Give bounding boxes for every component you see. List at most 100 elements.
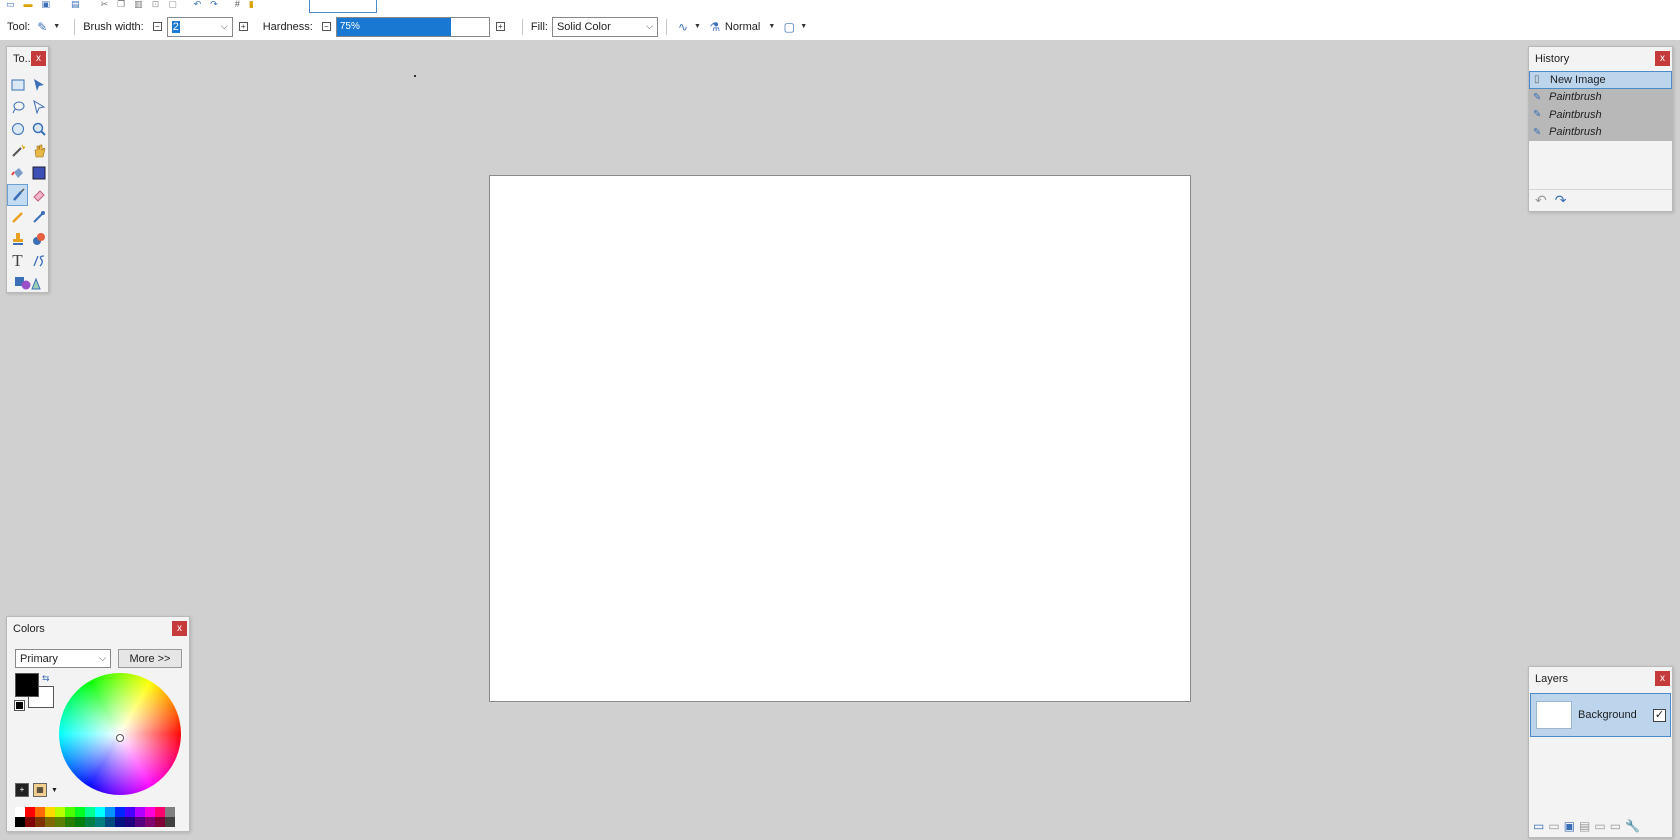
color-mode-dropdown[interactable]: Primary ⌵ [15,649,111,668]
palette-swatch[interactable] [85,807,95,817]
magic-wand-icon[interactable] [7,140,28,162]
history-item[interactable]: ✎ Paintbrush [1529,88,1672,106]
move-selected-icon[interactable] [28,74,49,96]
alpha-blending-icon[interactable]: ▢ [781,19,797,35]
palette-swatch[interactable] [155,807,165,817]
palette-swatch[interactable] [155,817,165,827]
blend-mode-caret-icon[interactable]: ▼ [768,23,775,30]
delete-layer-icon[interactable]: ▭ [1548,819,1559,833]
palette-swatch[interactable] [105,807,115,817]
redo-icon[interactable]: ↷ [210,0,218,9]
palette-swatch[interactable] [75,807,85,817]
chevron-down-icon[interactable]: ⌵ [99,653,106,664]
brush-width-increase-button[interactable]: + [238,22,248,31]
undo-icon[interactable]: ↶ [1535,192,1547,209]
layer-properties-icon[interactable]: 🔧 [1625,819,1640,833]
palette-swatch[interactable] [115,807,125,817]
save-icon[interactable]: ▣ [42,0,51,9]
palette-swatch[interactable] [95,807,105,817]
gradient-icon[interactable] [28,162,49,184]
clone-stamp-icon[interactable] [7,228,28,250]
undo-icon[interactable]: ↶ [194,0,202,9]
add-layer-icon[interactable]: ▭ [1533,819,1544,833]
paintbrush-icon[interactable]: ✎ [34,19,50,35]
palette-swatch[interactable] [65,817,75,827]
palette-swatch[interactable] [165,817,175,827]
palette-swatch[interactable] [45,817,55,827]
palette-swatch[interactable] [35,817,45,827]
alpha-blending-caret-icon[interactable]: ▼ [800,23,807,30]
ellipse-select-icon[interactable] [7,118,28,140]
cut-icon[interactable]: ✂ [101,0,109,9]
duplicate-layer-icon[interactable]: ▣ [1564,819,1575,833]
rectangle-select-icon[interactable] [7,74,28,96]
layer-item[interactable]: Background ✓ [1530,693,1671,737]
palette-swatch[interactable] [115,817,125,827]
lasso-select-icon[interactable] [7,96,28,118]
palette-options-icon[interactable]: ▦ [33,783,47,797]
palette-swatch[interactable] [165,807,175,817]
new-icon[interactable]: ▭ [6,0,15,9]
paste-icon[interactable]: ▥ [134,0,143,9]
tool-dropdown-caret-icon[interactable]: ▼ [53,23,60,30]
deselect-icon[interactable]: ▢ [168,0,177,9]
crop-icon[interactable]: ⊡ [152,0,160,9]
history-item[interactable]: ✎ Paintbrush [1529,106,1672,124]
palette-swatch[interactable] [15,807,25,817]
image-canvas[interactable] [489,175,1191,702]
palette-swatch[interactable] [15,817,25,827]
palette-swatch[interactable] [55,817,65,827]
paint-bucket-icon[interactable] [7,162,28,184]
close-icon[interactable]: x [1655,671,1670,686]
pencil-icon[interactable] [7,206,28,228]
primary-color-swatch[interactable] [15,673,39,697]
fill-dropdown[interactable]: Solid Color ⌵ [551,16,658,37]
palette-swatch[interactable] [135,817,145,827]
swap-colors-icon[interactable]: ⇆ [42,673,50,684]
history-item[interactable]: ✎ Paintbrush [1529,123,1672,141]
hardness-increase-button[interactable]: + [495,22,505,31]
line-curve-icon[interactable] [28,250,49,272]
paintbrush-icon[interactable] [7,184,28,206]
merge-layer-icon[interactable]: ▤ [1579,819,1590,833]
grid-icon[interactable]: # [235,0,240,9]
palette-swatch[interactable] [75,817,85,827]
color-wheel-cursor[interactable] [116,734,124,742]
move-layer-up-icon[interactable]: ▭ [1594,819,1605,833]
shapes-icon[interactable] [7,272,49,294]
image-tab-thumbnail[interactable] [309,0,377,13]
antialiasing-icon[interactable]: ∿ [675,19,691,35]
chevron-down-icon[interactable]: ⌵ [646,21,653,32]
add-to-palette-icon[interactable]: + [15,783,29,797]
close-icon[interactable]: x [1655,51,1670,66]
open-icon[interactable]: ▬ [24,0,33,9]
palette-swatch[interactable] [145,817,155,827]
palette-swatch[interactable] [35,807,45,817]
more-colors-button[interactable]: More >> [118,649,182,668]
layer-visibility-checkbox[interactable]: ✓ [1653,708,1666,722]
move-layer-down-icon[interactable]: ▭ [1610,819,1621,833]
close-icon[interactable]: x [31,51,46,66]
palette-swatch[interactable] [25,807,35,817]
chevron-down-icon[interactable]: ⌵ [221,21,228,32]
print-icon[interactable]: ▤ [71,0,80,9]
brush-width-decrease-button[interactable]: − [152,22,162,31]
palette-swatch[interactable] [95,817,105,827]
palette-menu-caret-icon[interactable]: ▼ [51,787,58,794]
pan-icon[interactable] [28,140,49,162]
palette-swatch[interactable] [55,807,65,817]
hardness-decrease-button[interactable]: − [321,22,331,31]
palette-swatch[interactable] [125,807,135,817]
eraser-icon[interactable] [28,184,49,206]
blend-mode-icon[interactable]: ⚗ [707,19,723,35]
zoom-icon[interactable] [28,118,49,140]
palette-swatch[interactable] [25,817,35,827]
palette-swatch[interactable] [65,807,75,817]
recolor-icon[interactable] [28,228,49,250]
close-icon[interactable]: x [172,621,187,636]
blend-mode-value[interactable]: Normal [725,21,760,33]
palette-swatch[interactable] [85,817,95,827]
redo-icon[interactable]: ↷ [1555,192,1567,209]
color-picker-icon[interactable] [28,206,49,228]
palette-swatch[interactable] [45,807,55,817]
